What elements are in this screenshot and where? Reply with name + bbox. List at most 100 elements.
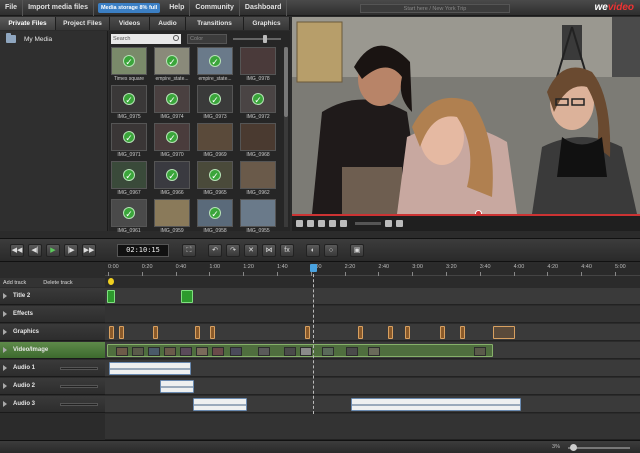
lane-audio-3[interactable] <box>105 396 640 413</box>
track-volume-slider[interactable] <box>60 385 98 388</box>
lane-empty[interactable] <box>105 414 640 440</box>
search-icon[interactable] <box>173 35 179 41</box>
track-label-audio-1[interactable]: Audio 1 <box>0 360 105 377</box>
media-thumbnail[interactable]: IMG_0978 <box>240 47 276 83</box>
snapshot-icon[interactable]: ▣ <box>350 244 364 257</box>
play-icon[interactable]: ▶ <box>46 244 60 257</box>
timeline-start-marker[interactable] <box>108 278 114 285</box>
media-thumbnail[interactable]: ✓ IMG_0973 <box>197 85 233 121</box>
preview-fullscreen-icon[interactable] <box>318 220 325 227</box>
lane-audio-2[interactable] <box>105 378 640 395</box>
media-thumbnail[interactable]: ✓ IMG_0967 <box>111 161 147 197</box>
track-label-graphics[interactable]: Graphics <box>0 324 105 341</box>
video-clip-strip[interactable] <box>107 344 493 357</box>
lane-audio-1[interactable] <box>105 360 640 377</box>
track-volume-slider[interactable] <box>60 367 98 370</box>
media-scrollbar[interactable] <box>284 47 288 227</box>
skip-back-icon[interactable]: ◀◀ <box>10 244 24 257</box>
lane-graphics[interactable] <box>105 324 640 341</box>
graphic-clip[interactable] <box>210 326 215 339</box>
thumbnail-size-slider[interactable] <box>233 35 281 43</box>
lane-effects[interactable] <box>105 306 640 323</box>
tab-audio[interactable]: Audio <box>150 17 186 30</box>
graphic-clip[interactable] <box>493 326 515 339</box>
menu-community[interactable]: Community <box>190 0 240 16</box>
delete-clip-icon[interactable]: ✕ <box>244 244 258 257</box>
menu-dashboard[interactable]: Dashboard <box>240 0 288 16</box>
expand-arrow-icon[interactable] <box>3 383 7 389</box>
audio-clip[interactable] <box>351 398 521 411</box>
graphic-clip[interactable] <box>440 326 445 339</box>
graphic-clip[interactable] <box>305 326 310 339</box>
fit-timeline-icon[interactable]: ⛶ <box>182 244 196 257</box>
media-thumbnail[interactable]: ✓ empire_state... <box>154 47 190 83</box>
graphic-clip[interactable] <box>119 326 124 339</box>
media-thumbnail[interactable]: ✓ Times square <box>111 47 147 83</box>
tab-graphics[interactable]: Graphics <box>244 17 290 30</box>
mute-icon[interactable]: ○ <box>324 244 338 257</box>
step-back-icon[interactable]: ◀| <box>28 244 42 257</box>
media-thumbnail[interactable]: ✓ IMG_0972 <box>240 85 276 121</box>
media-thumbnail[interactable]: IMG_0959 <box>154 199 190 235</box>
expand-arrow-icon[interactable] <box>3 293 7 299</box>
expand-arrow-icon[interactable] <box>3 311 7 317</box>
media-thumbnail[interactable]: ✓ IMG_0961 <box>111 199 147 235</box>
search-input[interactable]: Search <box>111 34 181 44</box>
audio-clip[interactable] <box>109 362 191 375</box>
audio-clip[interactable] <box>193 398 247 411</box>
effects-icon[interactable]: fx <box>280 244 294 257</box>
split-clip-icon[interactable]: ⋈ <box>262 244 276 257</box>
step-forward-icon[interactable]: |▶ <box>64 244 78 257</box>
graphic-clip[interactable] <box>460 326 465 339</box>
delete-track-button[interactable]: Delete track <box>43 280 72 286</box>
track-label-video-image[interactable]: Video/Image <box>0 342 105 359</box>
undo-icon[interactable]: ↶ <box>208 244 222 257</box>
track-label-audio-3[interactable]: Audio 3 <box>0 396 105 413</box>
zoom-slider[interactable] <box>568 444 630 451</box>
add-track-button[interactable]: Add track <box>3 280 26 286</box>
expand-arrow-icon[interactable] <box>3 365 7 371</box>
graphic-clip[interactable] <box>405 326 410 339</box>
preview-volume-icon[interactable] <box>340 220 347 227</box>
playhead-handle[interactable] <box>310 264 317 272</box>
media-thumbnail[interactable]: IMG_0969 <box>197 123 233 159</box>
graphic-clip[interactable] <box>388 326 393 339</box>
track-volume-slider[interactable] <box>60 403 98 406</box>
preview-loop-icon[interactable] <box>329 220 336 227</box>
audio-volume-icon[interactable]: ◐ <box>306 244 320 257</box>
preview-snapshot-icon[interactable] <box>385 220 392 227</box>
timeline-ruler[interactable]: 0:000:200:401:001:201:402:002:202:403:00… <box>105 264 640 276</box>
graphic-clip[interactable] <box>153 326 158 339</box>
tab-transitions[interactable]: Transitions <box>186 17 244 30</box>
tab-project-files[interactable]: Project Files <box>56 17 110 30</box>
media-thumbnail[interactable]: ✓ IMG_0965 <box>197 161 233 197</box>
media-thumbnail[interactable]: IMG_0962 <box>240 161 276 197</box>
video-preview[interactable] <box>292 17 640 214</box>
lane-title-2[interactable] <box>105 288 640 305</box>
title-clip[interactable] <box>107 290 115 303</box>
redo-icon[interactable]: ↷ <box>226 244 240 257</box>
media-thumbnail[interactable]: ✓ IMG_0966 <box>154 161 190 197</box>
media-thumbnail[interactable]: ✓ IMG_0975 <box>111 85 147 121</box>
preview-settings-icon[interactable] <box>396 220 403 227</box>
playhead-line[interactable] <box>313 264 314 414</box>
graphic-clip[interactable] <box>195 326 200 339</box>
menu-import-media[interactable]: Import media files <box>23 0 94 16</box>
track-label-title-2[interactable]: Title 2 <box>0 288 105 305</box>
tab-videos[interactable]: Videos <box>110 17 150 30</box>
preview-play-icon[interactable] <box>296 220 303 227</box>
track-label-effects[interactable]: Effects <box>0 306 105 323</box>
expand-arrow-icon[interactable] <box>3 401 7 407</box>
expand-arrow-icon[interactable] <box>3 347 7 353</box>
track-label-audio-2[interactable]: Audio 2 <box>0 378 105 395</box>
media-thumbnail[interactable]: ✓ IMG_0971 <box>111 123 147 159</box>
skip-forward-icon[interactable]: ▶▶ <box>82 244 96 257</box>
menu-file[interactable]: File <box>0 0 24 16</box>
media-thumbnail[interactable]: ✓ IMG_0970 <box>154 123 190 159</box>
media-thumbnail[interactable]: ✓ IMG_0974 <box>154 85 190 121</box>
menu-help[interactable]: Help <box>164 0 191 16</box>
media-thumbnail[interactable]: IMG_0968 <box>240 123 276 159</box>
media-thumbnail[interactable]: ✓ IMG_0958 <box>197 199 233 235</box>
media-thumbnail[interactable]: IMG_0955 <box>240 199 276 235</box>
folder-my-media[interactable]: My Media <box>0 31 107 47</box>
